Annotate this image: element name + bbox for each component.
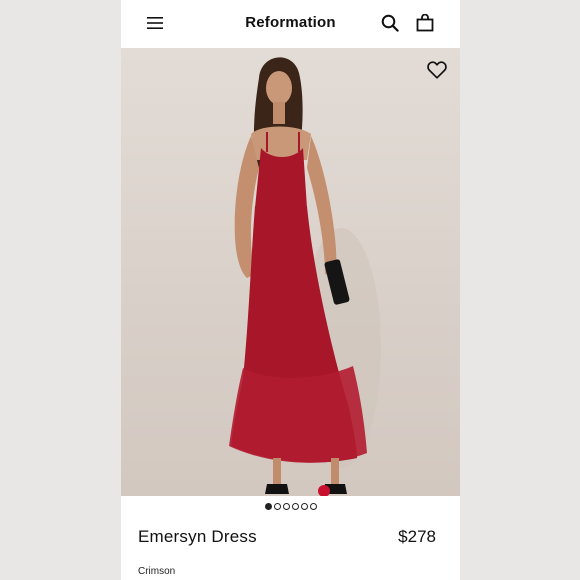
- carousel-dot[interactable]: [309, 503, 317, 510]
- search-icon[interactable]: [381, 14, 399, 32]
- carousel-dot[interactable]: [264, 503, 272, 510]
- product-name: Emersyn Dress: [138, 527, 257, 546]
- top-nav-bar: Reformation: [121, 0, 460, 48]
- product-color: Crimson: [138, 566, 176, 577]
- product-image[interactable]: [121, 48, 460, 496]
- model-photo: [229, 57, 381, 496]
- product-price: $278: [398, 527, 436, 546]
- brand-logo[interactable]: Reformation: [121, 14, 460, 31]
- carousel-dot[interactable]: [273, 503, 281, 510]
- carousel-dot[interactable]: [291, 503, 299, 510]
- bag-icon[interactable]: [416, 14, 434, 32]
- heart-icon[interactable]: [426, 59, 448, 81]
- image-carousel-indicator: [121, 503, 460, 513]
- app-screen: Reformation Emersyn Dress $278 Crimson: [121, 0, 460, 580]
- carousel-dot[interactable]: [300, 503, 308, 510]
- carousel-dot[interactable]: [282, 503, 290, 510]
